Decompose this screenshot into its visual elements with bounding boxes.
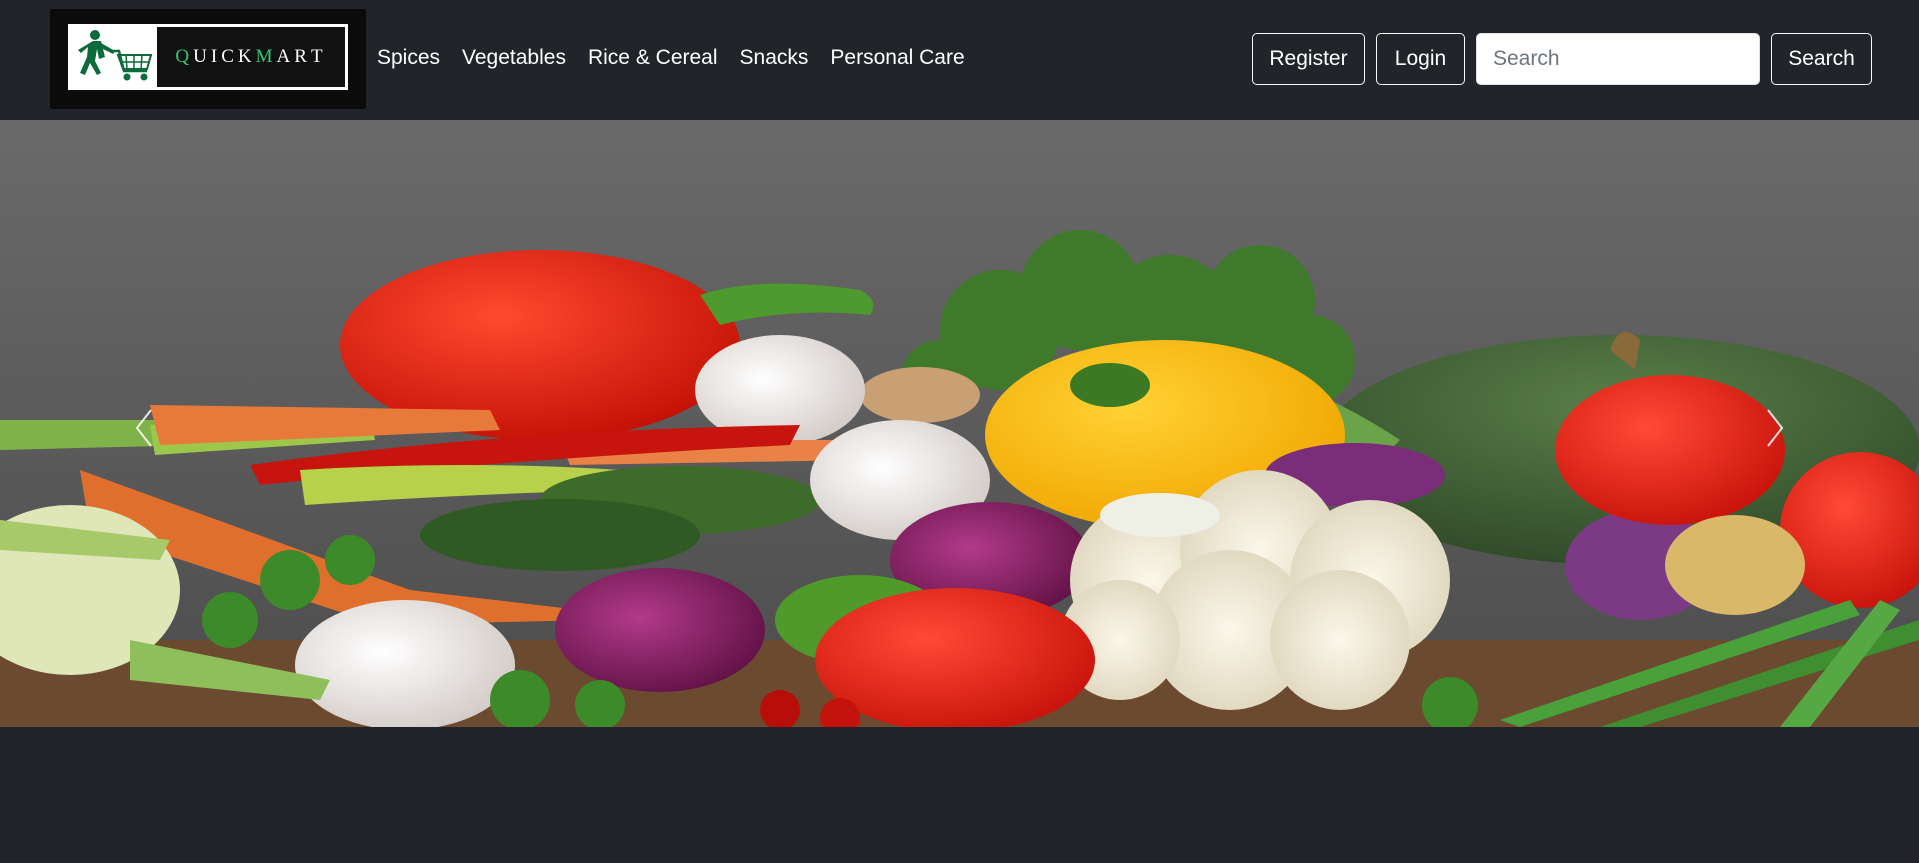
- brand-letter: I: [210, 46, 222, 67]
- search-button[interactable]: Search: [1771, 33, 1872, 85]
- brand-letter: K: [237, 46, 256, 67]
- brand-wordmark: QUICKMART: [157, 27, 345, 87]
- brand-letter: M: [255, 46, 277, 67]
- brand-letter: R: [294, 46, 311, 67]
- hero-carousel: [0, 120, 1919, 727]
- brand-letter: T: [310, 46, 327, 67]
- chevron-left-icon: [135, 409, 152, 447]
- carousel-next-button[interactable]: [1745, 398, 1805, 458]
- page-footer-area: [0, 727, 1919, 863]
- nav-link-vegetables[interactable]: Vegetables: [462, 38, 566, 78]
- running-man-cart-icon: [71, 27, 157, 87]
- nav-link-personal-care[interactable]: Personal Care: [830, 38, 964, 78]
- register-button[interactable]: Register: [1252, 33, 1365, 85]
- search-input[interactable]: [1476, 33, 1760, 85]
- brand-letter: U: [193, 46, 211, 67]
- brand-logo-frame: QUICKMART: [68, 24, 348, 90]
- brand-letter: C: [221, 46, 238, 67]
- brand-letter: Q: [175, 46, 194, 67]
- login-button[interactable]: Login: [1376, 33, 1465, 85]
- nav-link-spices[interactable]: Spices: [377, 38, 440, 78]
- vegetables-hero-image: [0, 120, 1919, 727]
- chevron-right-icon: [1767, 409, 1784, 447]
- top-navbar: QUICKMART Spices Vegetables Rice & Cerea…: [0, 0, 1919, 120]
- nav-link-rice-cereal[interactable]: Rice & Cereal: [588, 38, 718, 78]
- carousel-prev-button[interactable]: [114, 398, 174, 458]
- category-nav: Spices Vegetables Rice & Cereal Snacks P…: [377, 38, 987, 78]
- brand-logo[interactable]: QUICKMART: [50, 9, 366, 109]
- nav-link-snacks[interactable]: Snacks: [740, 38, 809, 78]
- brand-letter: A: [276, 46, 295, 67]
